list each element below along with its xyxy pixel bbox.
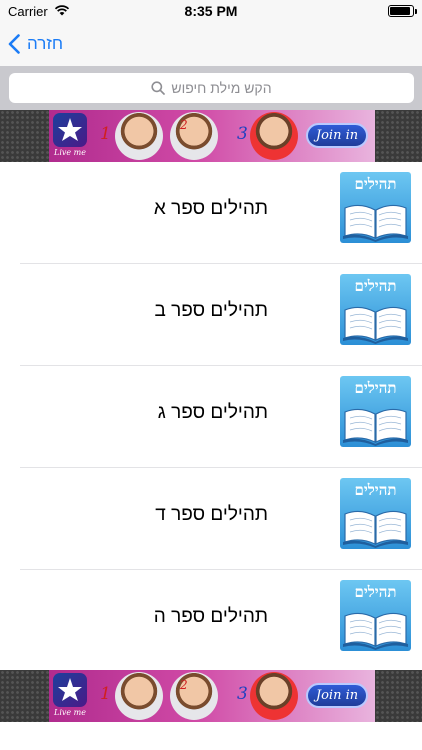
open-book-icon: [343, 204, 408, 242]
ad-rank-2: 2: [180, 678, 188, 692]
chevron-left-icon: [8, 34, 20, 54]
liveme-logo-icon: [53, 113, 87, 147]
book-thumbnail: תהילים: [340, 478, 411, 549]
open-book-icon: [343, 306, 408, 344]
list-item-title: תהילים ספר ג: [157, 402, 268, 423]
ad-avatar: [115, 672, 163, 720]
ad-rank-3: 3: [237, 124, 248, 144]
ad-banner-top: Live me 1 2 3 Join in: [0, 110, 422, 162]
list-item-title: תהילים ספר א: [153, 198, 268, 219]
thumbnail-caption: תהילים: [354, 583, 397, 601]
ad-join-label: Join in: [315, 688, 359, 703]
book-thumbnail: תהילים: [340, 580, 411, 651]
search-input[interactable]: הקש מילת חיפוש: [9, 73, 414, 103]
battery-icon: [388, 5, 417, 17]
list-item-title: תהילים ספר ד: [155, 504, 268, 525]
list-item[interactable]: תהילים ספר א תהילים: [20, 162, 422, 264]
ad-logo-caption: Live me: [54, 708, 86, 717]
book-thumbnail: תהילים: [340, 376, 411, 447]
back-label: חזרה: [27, 34, 64, 53]
ad-join-label: Join in: [315, 128, 359, 143]
ad-banner-bottom: Live me 1 2 3 Join in: [0, 670, 422, 722]
ad-avatar: [115, 112, 163, 160]
ad-avatar: [250, 672, 298, 720]
app-screen: Carrier 8:35 PM חזרה הקש מילת חיפוש Live…: [0, 0, 422, 750]
ad-rank-1: 1: [100, 124, 111, 144]
status-bar: Carrier 8:35 PM: [0, 0, 422, 22]
back-button[interactable]: חזרה: [8, 30, 63, 58]
list-item-title: תהילים ספר ה: [153, 606, 268, 627]
ad-content[interactable]: Live me 1 2 3 Join in: [49, 110, 375, 162]
ad-logo-caption: Live me: [54, 148, 86, 157]
ad-content[interactable]: Live me 1 2 3 Join in: [49, 670, 375, 722]
search-placeholder: הקש מילת חיפוש: [171, 80, 272, 96]
ad-join-button[interactable]: Join in: [306, 683, 368, 708]
search-icon: [151, 81, 166, 95]
search-bar: הקש מילת חיפוש: [0, 66, 422, 111]
ad-avatar: [170, 112, 218, 160]
list-item[interactable]: תהילים ספר ג תהילים: [20, 366, 422, 468]
navigation-bar: חזרה: [0, 22, 422, 66]
thumbnail-caption: תהילים: [354, 379, 397, 397]
book-list: תהילים ספר א תהילים תהילים ספר ב תהילים תהיל…: [0, 162, 422, 672]
clock: 8:35 PM: [184, 3, 238, 19]
ad-rank-3: 3: [237, 684, 248, 704]
open-book-icon: [343, 612, 408, 650]
book-thumbnail: תהילים: [340, 172, 411, 243]
ad-avatar: [170, 672, 218, 720]
book-thumbnail: תהילים: [340, 274, 411, 345]
ad-join-button[interactable]: Join in: [306, 123, 368, 148]
battery-level: [390, 7, 410, 15]
list-item[interactable]: תהילים ספר ב תהילים: [20, 264, 422, 366]
thumbnail-caption: תהילים: [354, 277, 397, 295]
ad-avatar: [250, 112, 298, 160]
thumbnail-caption: תהילים: [354, 481, 397, 499]
liveme-logo-icon: [53, 673, 87, 707]
thumbnail-caption: תהילים: [354, 175, 397, 193]
open-book-icon: [343, 510, 408, 548]
ad-rank-2: 2: [180, 118, 188, 132]
open-book-icon: [343, 408, 408, 446]
list-item-title: תהילים ספר ב: [154, 300, 268, 321]
list-item[interactable]: תהילים ספר ד תהילים: [20, 468, 422, 570]
ad-rank-1: 1: [100, 684, 111, 704]
list-item[interactable]: תהילים ספר ה תהילים: [20, 570, 422, 672]
